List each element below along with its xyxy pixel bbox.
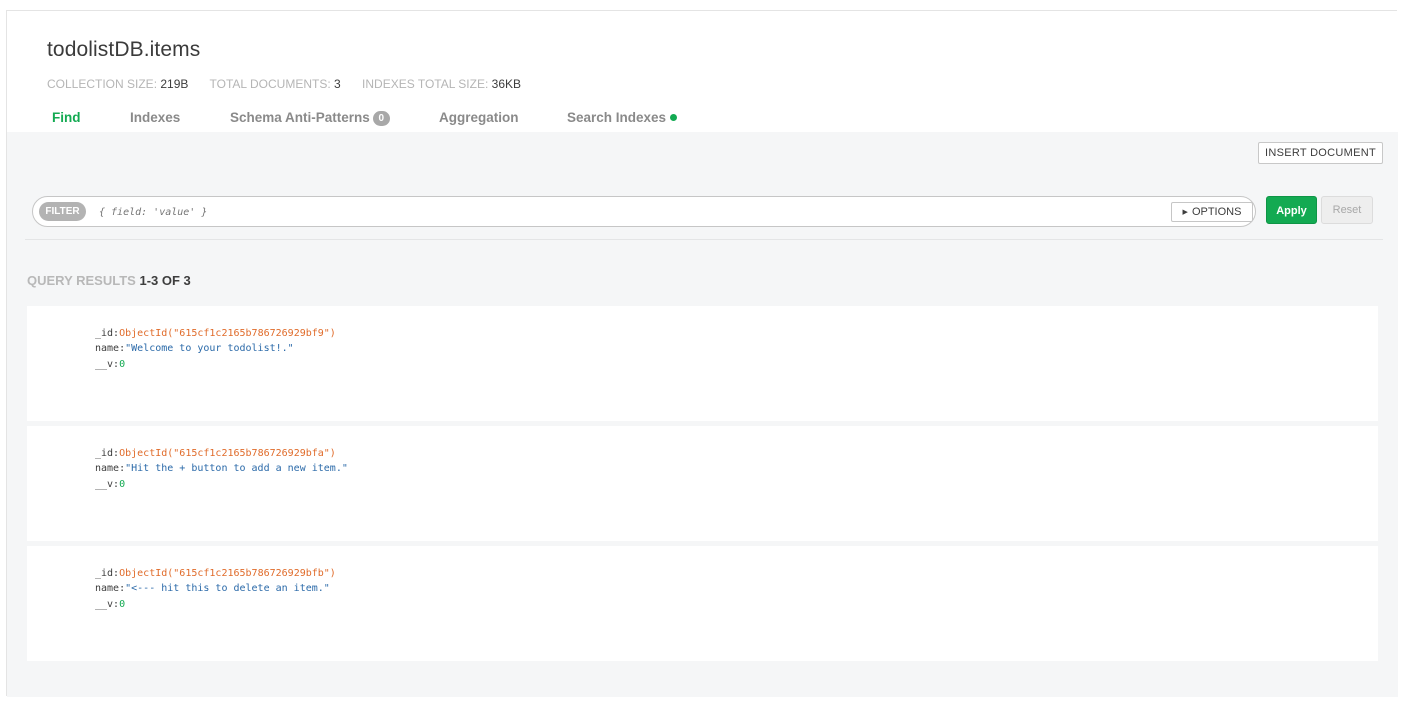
- document-field-version: __v:0: [95, 479, 125, 490]
- document-field-id: _id:ObjectId("615cf1c2165b786726929bfb"): [95, 568, 336, 579]
- collection-size-value: 219B: [160, 77, 189, 91]
- tab-aggregation[interactable]: Aggregation: [439, 110, 519, 125]
- field-key: __v:: [95, 599, 120, 610]
- tab-schema-anti-patterns-label: Schema Anti-Patterns: [230, 110, 370, 125]
- document-field-version: __v:0: [95, 599, 125, 610]
- tab-search-indexes-label: Search Indexes: [567, 110, 667, 125]
- filter-bar: FILTER ▶OPTIONS: [32, 196, 1256, 227]
- options-button[interactable]: ▶ OPTIONS: [1171, 202, 1253, 222]
- insert-document-button[interactable]: INSERT DOCUMENT: [1258, 142, 1383, 164]
- document-card[interactable]: _id:ObjectId("615cf1c2165b786726929bfb")…: [27, 546, 1378, 661]
- tab-schema-anti-patterns[interactable]: Schema Anti-Patterns 0: [230, 110, 390, 126]
- field-key: _id:: [95, 448, 120, 459]
- field-value: 0: [119, 479, 126, 490]
- apply-button[interactable]: Apply: [1266, 196, 1317, 224]
- document-field-id: _id:ObjectId("615cf1c2165b786726929bfa"): [95, 448, 336, 459]
- field-value: "<--- hit this to delete an item.": [125, 583, 330, 594]
- collection-size-label: COLLECTION SIZE:: [47, 77, 158, 91]
- document-field-id: _id:ObjectId("615cf1c2165b786726929bf9"): [95, 328, 336, 339]
- query-results-heading: QUERY RESULTS 1-3 OF 3: [27, 273, 191, 288]
- tab-indexes[interactable]: Indexes: [130, 110, 180, 125]
- filter-input[interactable]: [99, 203, 1159, 221]
- divider: [25, 239, 1383, 240]
- collection-title: todolistDB.items: [47, 38, 201, 61]
- field-value: ObjectId("615cf1c2165b786726929bf9"): [119, 328, 336, 339]
- indexes-size-value: 36KB: [491, 77, 521, 91]
- field-key: name:: [95, 463, 126, 474]
- field-key: __v:: [95, 479, 120, 490]
- reset-button[interactable]: Reset: [1321, 196, 1373, 224]
- document-field-version: __v:0: [95, 359, 125, 370]
- field-key: name:: [95, 583, 126, 594]
- field-value: "Welcome to your todolist!.": [125, 343, 294, 354]
- field-value: 0: [119, 359, 126, 370]
- collection-view: todolistDB.items COLLECTION SIZE: 219B T…: [6, 10, 1398, 697]
- options-label: OPTIONS: [1191, 206, 1242, 218]
- document-field-name: name:"<--- hit this to delete an item.": [95, 583, 330, 594]
- collection-header: todolistDB.items COLLECTION SIZE: 219B T…: [7, 11, 1398, 132]
- field-value: ObjectId("615cf1c2165b786726929bfa"): [119, 448, 336, 459]
- field-value: "Hit the + button to add a new item.": [125, 463, 348, 474]
- field-key: __v:: [95, 359, 120, 370]
- filter-tag: FILTER: [39, 202, 86, 221]
- document-field-name: name:"Hit the + button to add a new item…: [95, 463, 348, 474]
- document-card[interactable]: _id:ObjectId("615cf1c2165b786726929bfa")…: [27, 426, 1378, 541]
- total-documents-label: TOTAL DOCUMENTS:: [209, 77, 331, 91]
- tab-search-indexes[interactable]: Search Indexes: [567, 110, 678, 125]
- field-key: _id:: [95, 568, 120, 579]
- indexes-size-label: INDEXES TOTAL SIZE:: [362, 77, 489, 91]
- query-results-label: QUERY RESULTS: [27, 273, 136, 288]
- field-key: name:: [95, 343, 126, 354]
- status-dot-icon: [670, 114, 678, 121]
- tab-find[interactable]: Find: [52, 110, 81, 125]
- document-card[interactable]: _id:ObjectId("615cf1c2165b786726929bf9")…: [27, 306, 1378, 421]
- field-value: ObjectId("615cf1c2165b786726929bfb"): [119, 568, 336, 579]
- total-documents-value: 3: [334, 77, 341, 91]
- field-key: _id:: [95, 328, 120, 339]
- document-field-name: name:"Welcome to your todolist!.": [95, 343, 294, 354]
- documents-panel: INSERT DOCUMENT FILTER ▶OPTIONS Apply Re…: [7, 132, 1398, 697]
- anti-patterns-count-badge: 0: [372, 111, 390, 126]
- query-results-count: 1-3 OF 3: [139, 273, 191, 288]
- caret-right-icon: ▶: [1182, 209, 1188, 216]
- field-value: 0: [119, 599, 126, 610]
- collection-stats: COLLECTION SIZE: 219B TOTAL DOCUMENTS: 3…: [47, 77, 539, 91]
